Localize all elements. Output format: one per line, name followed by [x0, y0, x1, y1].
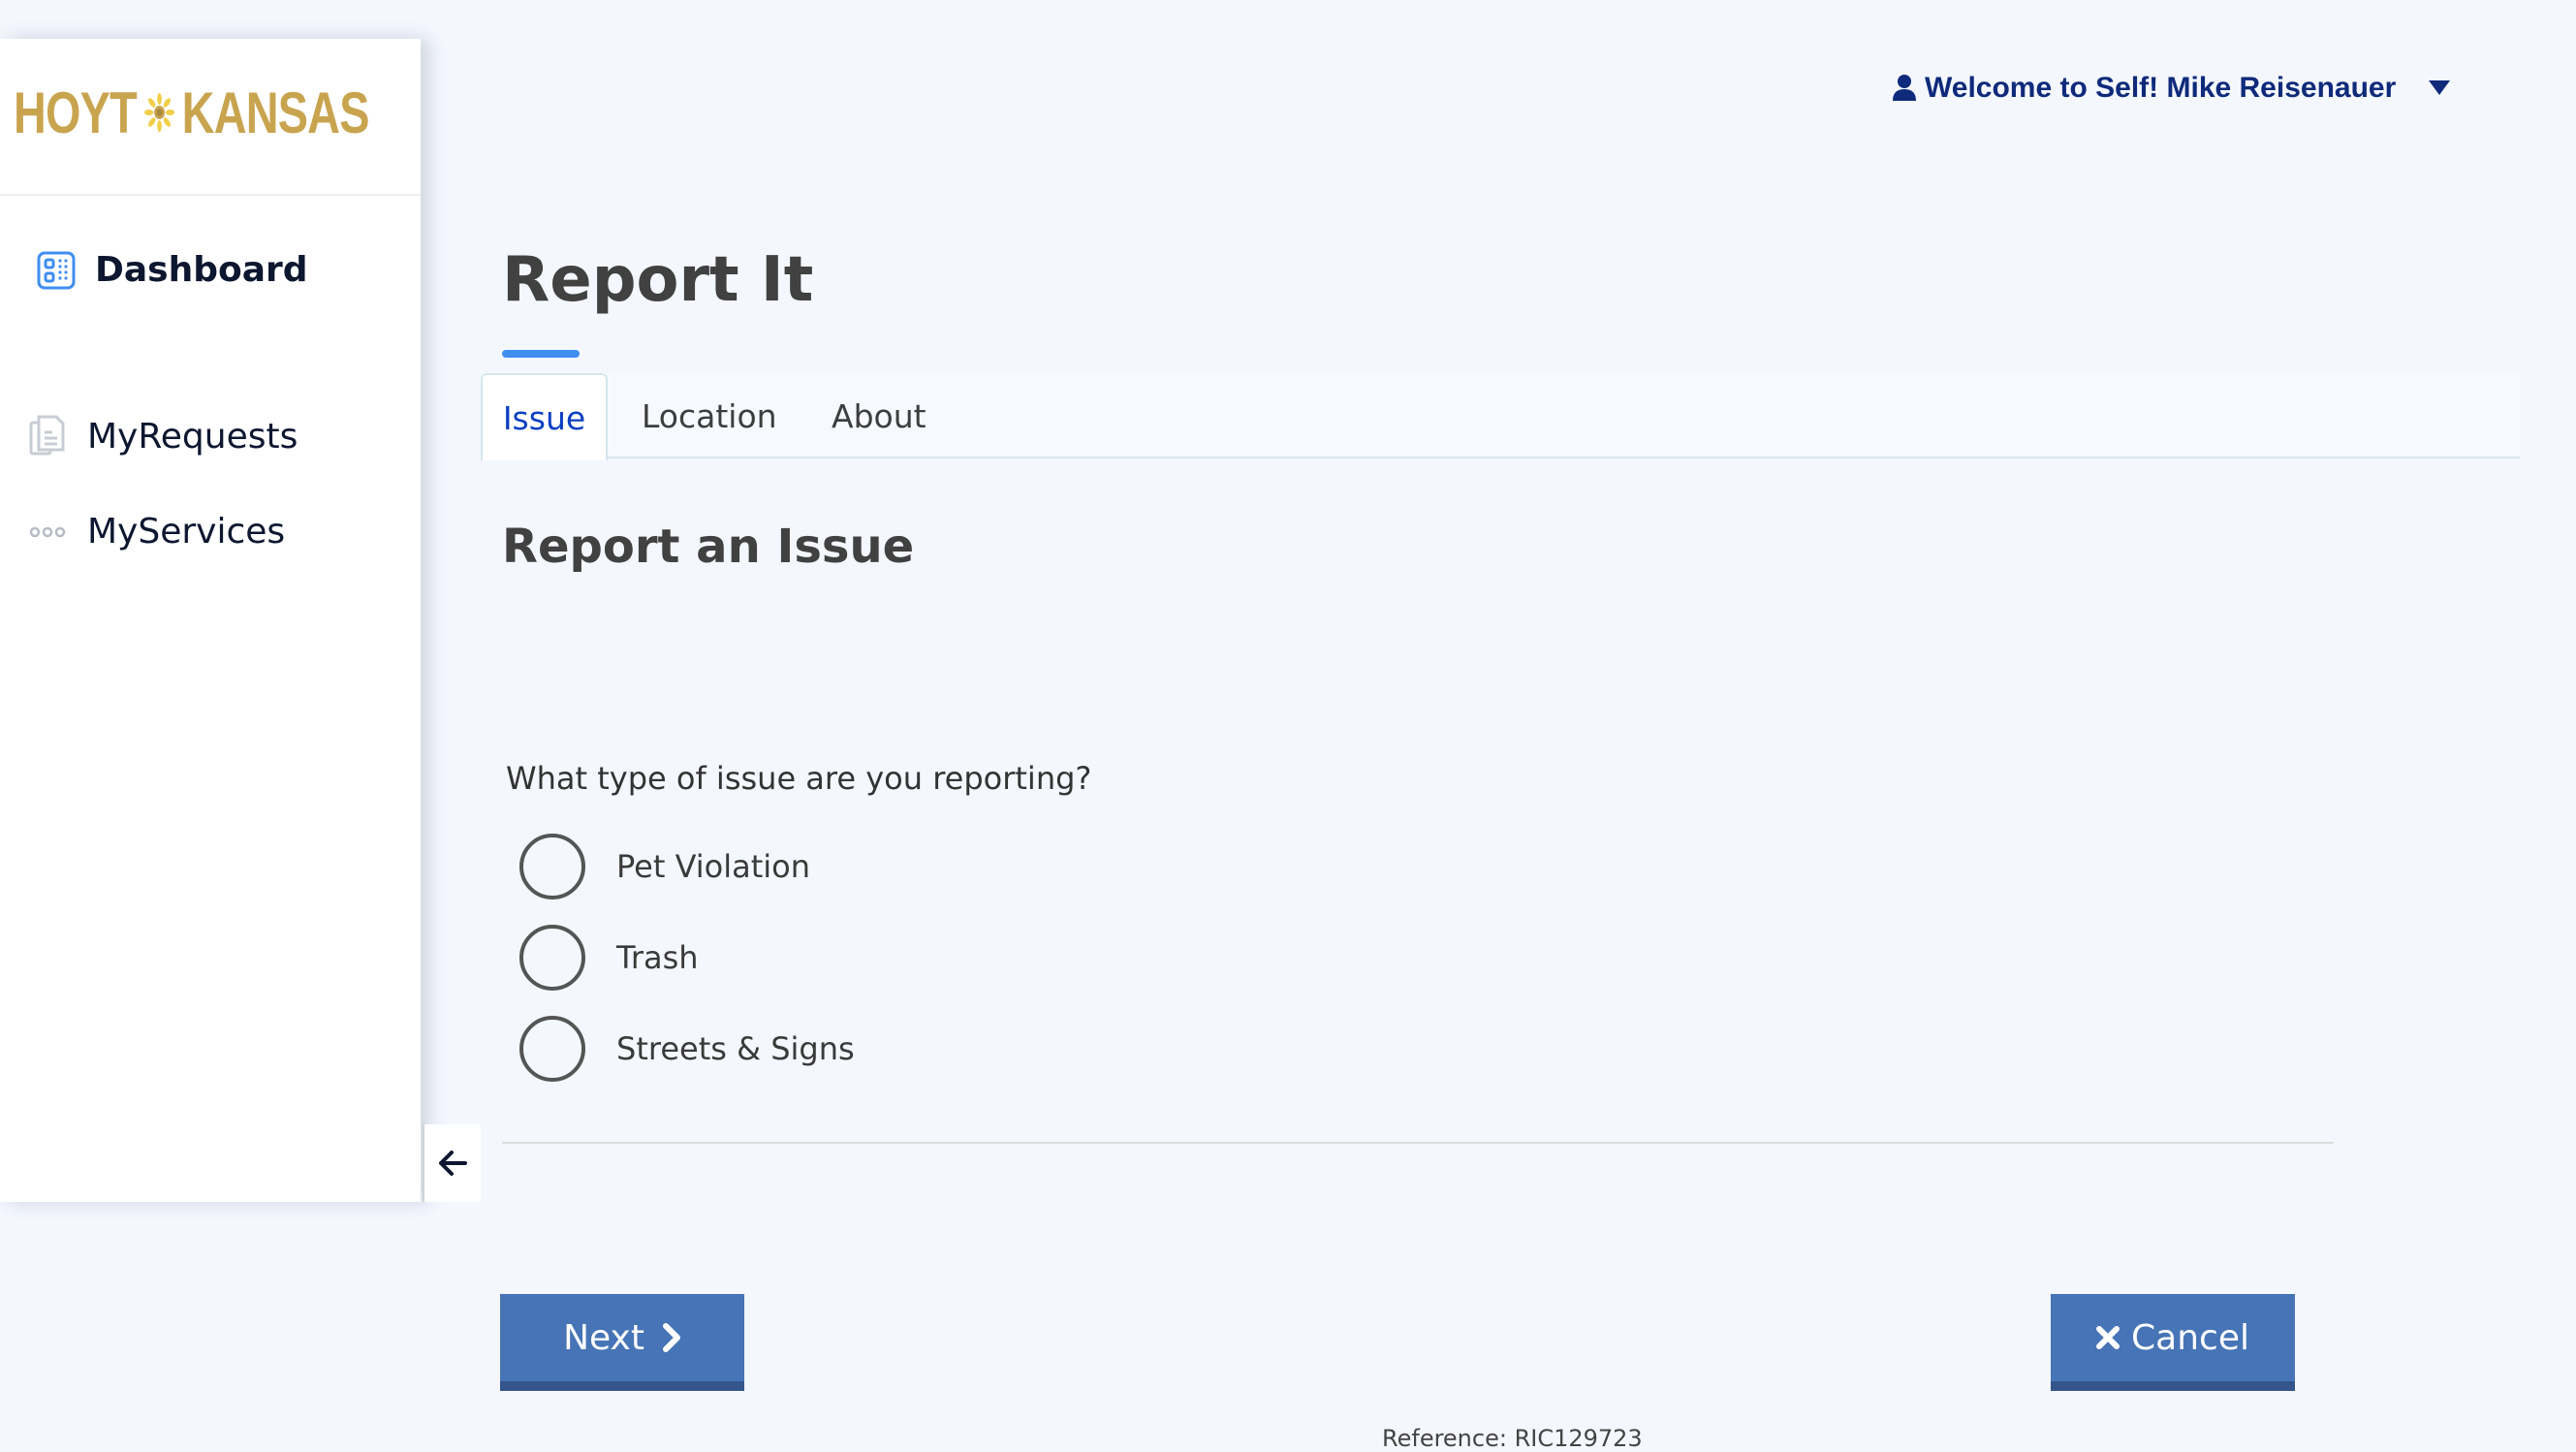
cancel-button[interactable]: Cancel	[2051, 1294, 2295, 1391]
sunflower-icon	[143, 93, 174, 132]
radio-button[interactable]	[519, 1016, 585, 1082]
option-label: Pet Violation	[616, 848, 811, 885]
sidebar-item-myrequests[interactable]: MyRequests	[29, 415, 298, 458]
more-dots-icon	[29, 526, 66, 537]
question-label: What type of issue are you reporting?	[506, 760, 1092, 797]
reference-text: Reference: RIC129723	[1382, 1425, 1643, 1452]
option-label: Trash	[616, 939, 699, 976]
sidebar: HOYT KANSAS Dashboard MyRequests MyServi…	[0, 39, 421, 1202]
radio-button[interactable]	[519, 834, 585, 900]
arrow-left-icon	[439, 1151, 467, 1176]
next-button[interactable]: Next	[500, 1294, 744, 1391]
welcome-text: Welcome to Self! Mike Reisenauer	[1925, 72, 2397, 104]
section-title: Report an Issue	[502, 520, 915, 574]
logo[interactable]: HOYT KANSAS	[14, 64, 369, 161]
tab-location[interactable]: Location	[642, 373, 777, 458]
chevron-right-icon	[662, 1323, 680, 1352]
page-title: Report It	[502, 244, 814, 316]
user-icon	[1893, 75, 1916, 101]
option-label: Streets & Signs	[616, 1030, 855, 1067]
documents-icon	[29, 415, 65, 456]
cancel-label: Cancel	[2131, 1317, 2249, 1358]
dashboard-icon	[37, 251, 76, 289]
sidebar-item-label: MyServices	[87, 512, 286, 552]
caret-down-icon[interactable]	[2429, 80, 2451, 96]
user-menu[interactable]: Welcome to Self! Mike Reisenauer	[1892, 72, 2451, 105]
option-streets-signs[interactable]: Streets & Signs	[519, 1016, 855, 1082]
sidebar-divider	[0, 194, 421, 196]
sidebar-item-myservices[interactable]: MyServices	[29, 512, 285, 552]
sidebar-item-label: Dashboard	[95, 250, 308, 290]
option-trash[interactable]: Trash	[519, 925, 699, 991]
next-label: Next	[563, 1317, 644, 1358]
tab-issue[interactable]: Issue	[481, 373, 608, 460]
title-underline	[502, 350, 580, 358]
close-icon	[2096, 1326, 2120, 1349]
radio-button[interactable]	[519, 925, 585, 991]
sidebar-item-label: MyRequests	[87, 416, 298, 457]
collapse-sidebar-button[interactable]	[423, 1124, 481, 1202]
tab-bar: Issue Location About	[481, 373, 2520, 460]
option-pet-violation[interactable]: Pet Violation	[519, 834, 810, 900]
sidebar-item-dashboard[interactable]: Dashboard	[37, 250, 308, 290]
logo-text-right: KANSAS	[181, 79, 370, 145]
form-divider	[502, 1142, 2334, 1144]
tab-about[interactable]: About	[832, 373, 927, 458]
logo-text-left: HOYT	[14, 79, 138, 145]
